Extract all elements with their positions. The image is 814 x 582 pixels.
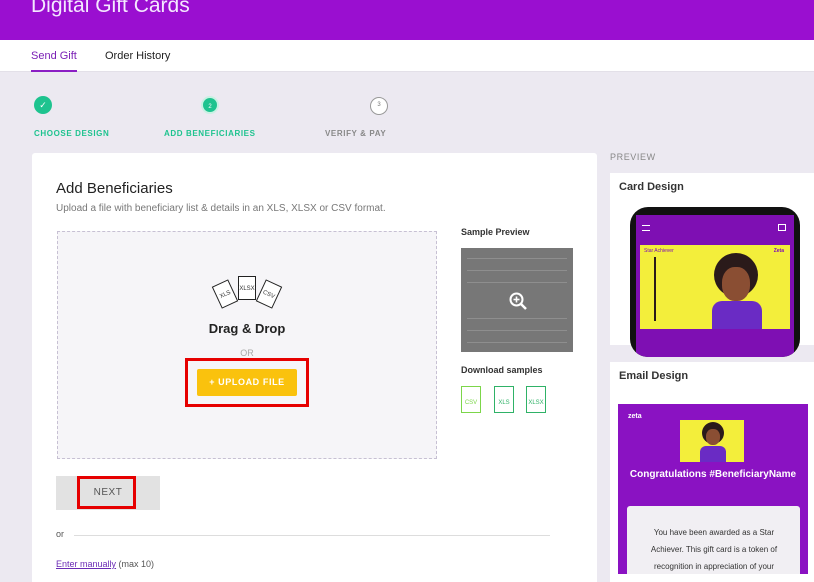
- illustration-face: [706, 429, 720, 445]
- preview-label: PREVIEW: [610, 152, 656, 162]
- sample-preview-title: Sample Preview: [461, 227, 530, 237]
- enter-manually-note: (max 10): [118, 559, 155, 569]
- illustration-face: [722, 267, 750, 301]
- app-title: Digital Gift Cards: [31, 0, 190, 17]
- phone-screen: Star Achiever Zeta: [636, 215, 794, 357]
- email-heading: Congratulations #BeneficiaryName: [629, 469, 797, 480]
- menu-icon: [642, 225, 650, 231]
- check-icon: ✓: [34, 96, 52, 114]
- tab-send-gift[interactable]: Send Gift: [31, 50, 77, 62]
- card-banner-image: Star Achiever Zeta: [640, 245, 790, 329]
- add-beneficiaries-card: Add Beneficiaries Upload a file with ben…: [32, 153, 597, 582]
- step-number: 3: [370, 97, 388, 115]
- illustration-body: [712, 301, 762, 329]
- step-number: 2: [201, 96, 219, 114]
- download-samples-title: Download samples: [461, 365, 543, 375]
- step-label: VERIFY & PAY: [325, 129, 387, 138]
- next-button[interactable]: NEXT: [56, 476, 160, 510]
- card-design-title: Card Design: [619, 181, 684, 193]
- enter-manually-link[interactable]: Enter manually: [56, 559, 116, 569]
- or-separator: OR: [240, 348, 254, 358]
- tab-order-history[interactable]: Order History: [105, 50, 170, 62]
- download-xlsx-icon[interactable]: XLSX: [526, 386, 546, 413]
- csv-file-icon: CSV: [255, 279, 283, 309]
- section-subtitle: Upload a file with beneficiary list & de…: [56, 203, 386, 214]
- lock-icon: [778, 224, 786, 231]
- phone-mockup: Star Achiever Zeta: [630, 207, 800, 357]
- upload-file-button[interactable]: + UPLOAD FILE: [197, 369, 297, 396]
- sample-preview-thumbnail[interactable]: [461, 248, 573, 352]
- or-label: or: [56, 529, 65, 539]
- card-design-preview: Card Design Star Achiever Zeta: [610, 173, 814, 357]
- file-dropzone[interactable]: XLS XLSX CSV Drag & Drop OR + UPLOAD FIL…: [57, 231, 437, 459]
- tab-bar: Send Gift Order History: [0, 40, 814, 72]
- email-design-title: Email Design: [619, 370, 689, 382]
- email-body-card: You have been awarded as a Star Achiever…: [627, 506, 800, 574]
- email-design-preview: Email Design zeta Congratulations #Benef…: [610, 362, 814, 582]
- download-csv-icon[interactable]: CSV: [461, 386, 481, 413]
- app-header: Digital Gift Cards: [0, 0, 814, 40]
- illustration-body: [700, 446, 726, 462]
- step-label: ADD BENEFICIARIES: [164, 129, 256, 138]
- divider: [74, 535, 550, 536]
- zoom-in-icon[interactable]: [509, 292, 527, 310]
- email-body-text: You have been awarded as a Star Achiever…: [650, 528, 778, 571]
- card-badge: Star Achiever: [644, 248, 674, 254]
- illustration-stick: [654, 257, 656, 321]
- file-types-icon: XLS XLSX CSV: [211, 276, 284, 316]
- card-brand: Zeta: [773, 248, 784, 254]
- enter-manually-row: Enter manually (max 10): [56, 559, 154, 569]
- step-label: CHOOSE DESIGN: [34, 129, 110, 138]
- section-title: Add Beneficiaries: [56, 180, 173, 197]
- active-tab-indicator: [31, 70, 77, 72]
- download-xls-icon[interactable]: XLS: [494, 386, 514, 413]
- email-banner-image: [680, 420, 744, 462]
- drag-drop-title: Drag & Drop: [208, 321, 286, 336]
- xls-file-icon: XLS: [211, 279, 239, 309]
- email-mockup: zeta Congratulations #BeneficiaryName Yo…: [618, 404, 808, 574]
- xlsx-file-icon: XLSX: [238, 276, 256, 300]
- email-logo: zeta: [628, 413, 642, 420]
